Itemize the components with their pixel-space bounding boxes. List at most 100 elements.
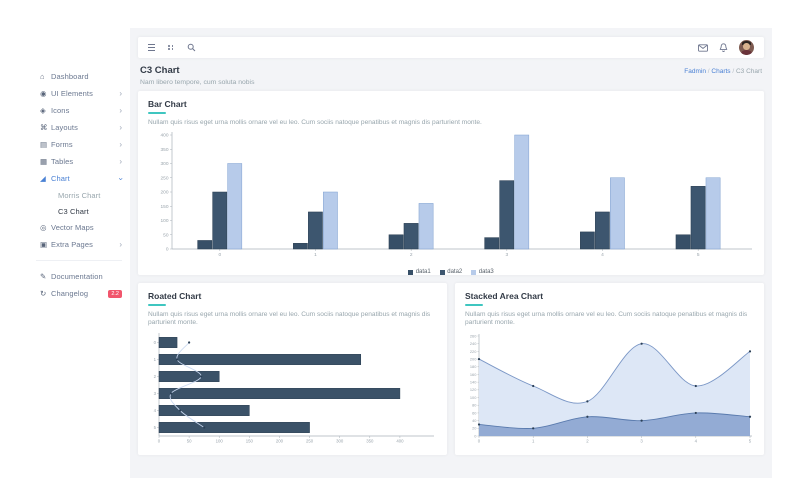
stacked-area-chart-description: Nullam quis risus eget urna mollis ornar… bbox=[465, 311, 754, 329]
svg-text:100: 100 bbox=[216, 439, 224, 444]
breadcrumb-item: C3 Chart bbox=[736, 68, 762, 75]
breadcrumb: Fadmin / Charts / C3 Chart bbox=[684, 68, 762, 75]
svg-text:400: 400 bbox=[160, 133, 168, 139]
svg-text:50: 50 bbox=[187, 439, 192, 444]
extra-pages-icon: ▣ bbox=[40, 240, 51, 249]
svg-text:5: 5 bbox=[697, 252, 700, 258]
svg-text:20: 20 bbox=[472, 426, 477, 431]
rotated-chart-card: Roated Chart Nullam quis risus eget urna… bbox=[138, 283, 447, 455]
sidebar-item-morris-chart[interactable]: Morris Chart bbox=[28, 187, 130, 203]
svg-text:4: 4 bbox=[695, 439, 698, 444]
rotated-chart-description: Nullam quis risus eget urna mollis ornar… bbox=[148, 311, 437, 329]
svg-text:3: 3 bbox=[505, 252, 508, 258]
sidebar-item-layouts[interactable]: ⌘Layouts› bbox=[28, 119, 130, 136]
legend-item-data3[interactable]: data3 bbox=[471, 269, 494, 275]
sidebar-item-extra-pages[interactable]: ▣Extra Pages› bbox=[28, 236, 130, 253]
topbar bbox=[138, 37, 764, 58]
legend-item-data2[interactable]: data2 bbox=[440, 269, 463, 275]
sidebar-divider bbox=[36, 260, 122, 261]
svg-text:220: 220 bbox=[470, 349, 477, 354]
forms-icon: ▤ bbox=[40, 140, 51, 149]
bell-icon[interactable] bbox=[719, 43, 728, 53]
sidebar-item-chart[interactable]: ◢Chart› bbox=[28, 170, 130, 187]
svg-text:1: 1 bbox=[314, 252, 317, 258]
sidebar-item-label: Forms bbox=[51, 140, 119, 149]
chart-icon: ◢ bbox=[40, 174, 51, 183]
legend-label: data2 bbox=[447, 269, 462, 275]
svg-text:50: 50 bbox=[163, 233, 169, 239]
svg-text:0: 0 bbox=[474, 434, 477, 439]
svg-text:0: 0 bbox=[166, 247, 169, 253]
stacked-area-chart-title: Stacked Area Chart bbox=[465, 291, 754, 301]
svg-text:260: 260 bbox=[470, 334, 477, 339]
breadcrumb-item[interactable]: Charts bbox=[711, 68, 730, 75]
sidebar-item-c3-chart[interactable]: C3 Chart bbox=[28, 203, 130, 219]
sidebar-item-label: Morris Chart bbox=[58, 191, 122, 200]
svg-text:300: 300 bbox=[160, 162, 168, 168]
stacked-area-chart-svg: 0204060801001201401601802002202402600123… bbox=[465, 331, 753, 447]
sidebar: ⌂Dashboard◉UI Elements›◈Icons›⌘Layouts›▤… bbox=[28, 28, 130, 478]
bar-chart-svg: 050100150200250300350400012345 bbox=[148, 130, 754, 262]
sidebar-item-label: Tables bbox=[51, 157, 119, 166]
chevron-right-icon: › bbox=[119, 241, 122, 249]
title-underline bbox=[465, 304, 483, 306]
sidebar-item-tables[interactable]: ▦Tables› bbox=[28, 153, 130, 170]
svg-text:0: 0 bbox=[154, 340, 157, 345]
grid-dots-icon[interactable] bbox=[168, 45, 174, 50]
svg-text:400: 400 bbox=[396, 439, 404, 444]
sidebar-item-changelog[interactable]: ↻Changelog2.2 bbox=[28, 285, 130, 302]
svg-text:350: 350 bbox=[366, 439, 374, 444]
legend-label: data1 bbox=[416, 269, 431, 275]
svg-text:200: 200 bbox=[276, 439, 284, 444]
sidebar-item-label: Chart bbox=[51, 174, 119, 183]
svg-text:200: 200 bbox=[160, 190, 168, 196]
svg-text:300: 300 bbox=[336, 439, 344, 444]
svg-text:5: 5 bbox=[749, 439, 752, 444]
sidebar-item-label: Icons bbox=[51, 106, 119, 115]
svg-text:250: 250 bbox=[160, 176, 168, 182]
bar-chart-title: Bar Chart bbox=[148, 99, 754, 109]
svg-text:350: 350 bbox=[160, 147, 168, 153]
mail-icon[interactable] bbox=[698, 44, 708, 52]
sidebar-item-forms[interactable]: ▤Forms› bbox=[28, 136, 130, 153]
chevron-right-icon: › bbox=[119, 141, 122, 149]
sidebar-item-vector-maps[interactable]: ◎Vector Maps bbox=[28, 219, 130, 236]
svg-text:120: 120 bbox=[470, 388, 477, 393]
svg-text:100: 100 bbox=[160, 219, 168, 225]
sidebar-item-ui-elements[interactable]: ◉UI Elements› bbox=[28, 85, 130, 102]
rotated-chart-title: Roated Chart bbox=[148, 291, 437, 301]
svg-text:180: 180 bbox=[470, 364, 477, 369]
app-window: ⌂Dashboard◉UI Elements›◈Icons›⌘Layouts›▤… bbox=[28, 28, 772, 478]
home-icon: ⌂ bbox=[40, 72, 51, 81]
avatar[interactable] bbox=[739, 40, 754, 55]
svg-text:2: 2 bbox=[154, 374, 157, 379]
svg-text:150: 150 bbox=[246, 439, 254, 444]
ui-elements-icon: ◉ bbox=[40, 89, 51, 98]
legend-label: data3 bbox=[479, 269, 494, 275]
sidebar-item-documentation[interactable]: ✎Documentation bbox=[28, 268, 130, 285]
page-subtitle: Nam libero tempore, cum soluta nobis bbox=[140, 79, 254, 86]
svg-text:0: 0 bbox=[218, 252, 221, 258]
svg-text:80: 80 bbox=[472, 403, 477, 408]
sidebar-item-icons[interactable]: ◈Icons› bbox=[28, 102, 130, 119]
svg-text:150: 150 bbox=[160, 204, 168, 210]
svg-text:250: 250 bbox=[306, 439, 314, 444]
bar-chart-description: Nullam quis risus eget urna mollis ornar… bbox=[148, 119, 754, 128]
svg-text:2: 2 bbox=[410, 252, 413, 258]
svg-text:3: 3 bbox=[640, 439, 643, 444]
legend-swatch bbox=[440, 270, 445, 275]
sidebar-item-label: Documentation bbox=[51, 272, 122, 281]
legend-item-data1[interactable]: data1 bbox=[408, 269, 431, 275]
tables-icon: ▦ bbox=[40, 157, 51, 166]
sidebar-item-label: Changelog bbox=[51, 289, 104, 298]
page-title: C3 Chart bbox=[140, 65, 254, 76]
menu-icon[interactable] bbox=[148, 44, 155, 50]
svg-text:0: 0 bbox=[158, 439, 161, 444]
sidebar-item-label: UI Elements bbox=[51, 89, 119, 98]
breadcrumb-item[interactable]: Fadmin bbox=[684, 68, 706, 75]
svg-text:1: 1 bbox=[154, 357, 157, 362]
search-icon[interactable] bbox=[187, 43, 196, 52]
sidebar-item-dashboard[interactable]: ⌂Dashboard bbox=[28, 68, 130, 85]
svg-text:5: 5 bbox=[154, 425, 157, 430]
sidebar-item-label: Extra Pages bbox=[51, 240, 119, 249]
